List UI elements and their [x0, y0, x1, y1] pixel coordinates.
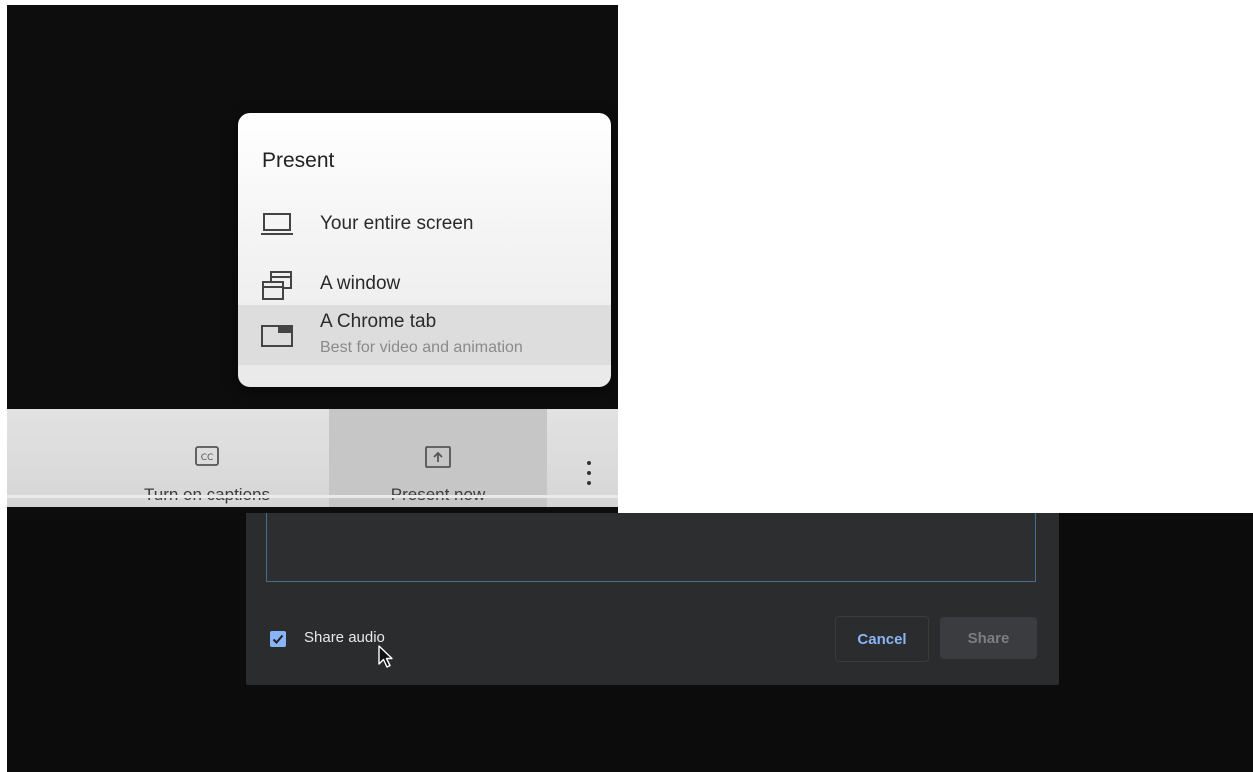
- meet-screen: Present Your entire screen A window A Ch…: [7, 5, 618, 513]
- turn-on-captions-button[interactable]: CC Turn on captions: [111, 409, 303, 507]
- menu-item-label: Your entire screen: [320, 213, 474, 234]
- chrome-tab-icon: [260, 323, 294, 354]
- more-options-button[interactable]: [581, 461, 597, 491]
- menu-item-label: A window: [320, 273, 401, 294]
- svg-text:CC: CC: [201, 453, 214, 463]
- share-audio-checkbox[interactable]: [270, 631, 286, 647]
- present-menu: Present Your entire screen A window A Ch…: [238, 113, 611, 387]
- menu-item-window[interactable]: A window: [238, 265, 611, 305]
- more-vertical-icon: [587, 481, 591, 485]
- menu-item-label: A Chrome tab: [320, 311, 437, 332]
- window-icon: [260, 269, 294, 308]
- cancel-button[interactable]: Cancel: [835, 616, 929, 662]
- meet-bottom-bar: CC Turn on captions Present now: [7, 409, 618, 507]
- more-vertical-icon: [587, 461, 591, 465]
- divider: [7, 495, 618, 498]
- check-icon: [272, 634, 284, 644]
- share-dialog: Share audio Cancel Share: [246, 513, 1059, 685]
- share-audio-label[interactable]: Share audio: [304, 629, 385, 646]
- laptop-icon: [260, 211, 294, 242]
- present-screen-icon: [424, 445, 452, 474]
- menu-item-chrome-tab[interactable]: A Chrome tab Best for video and animatio…: [238, 305, 611, 365]
- menu-item-entire-screen[interactable]: Your entire screen: [238, 205, 611, 245]
- share-preview-area: [266, 513, 1036, 582]
- closed-captions-icon: CC: [194, 445, 220, 472]
- arrow-cursor-icon: [378, 645, 394, 674]
- share-button[interactable]: Share: [940, 617, 1037, 659]
- more-vertical-icon: [587, 471, 591, 475]
- present-now-button[interactable]: Present now: [329, 409, 547, 507]
- menu-item-sublabel: Best for video and animation: [320, 339, 523, 356]
- present-menu-title: Present: [262, 149, 335, 172]
- chrome-share-screen: Share audio Cancel Share: [7, 513, 1253, 772]
